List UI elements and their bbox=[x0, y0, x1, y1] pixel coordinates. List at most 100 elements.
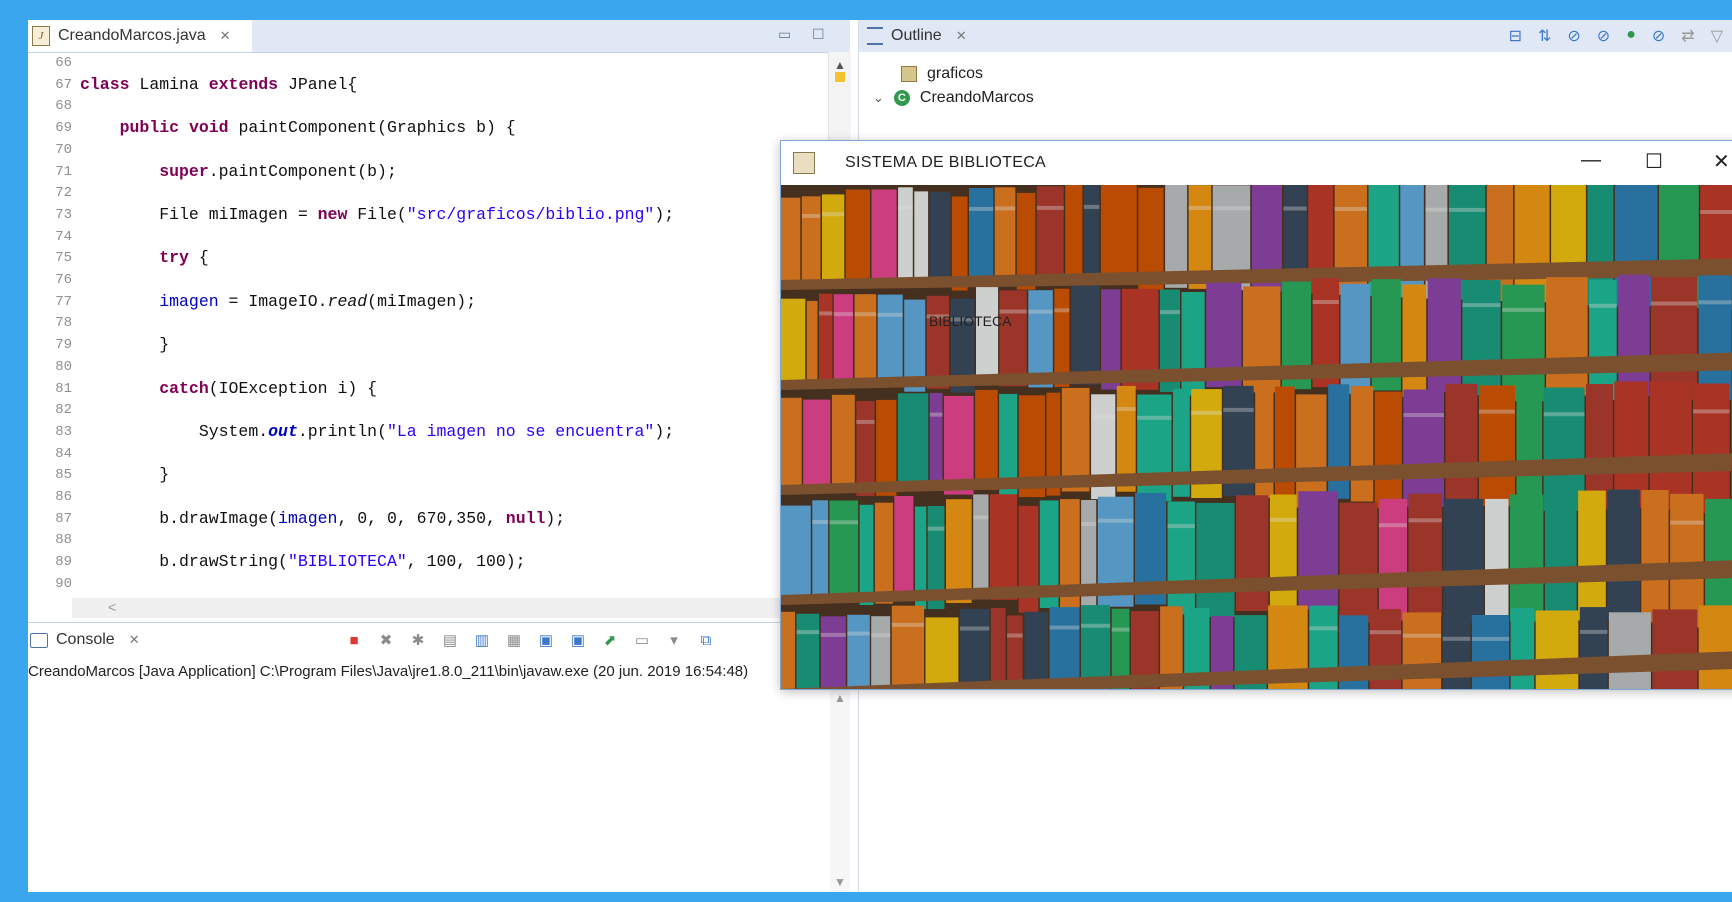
minimize-icon[interactable]: ▭ bbox=[778, 26, 791, 43]
terminate-icon[interactable]: ■ bbox=[343, 629, 365, 651]
java-app-icon bbox=[793, 152, 815, 174]
line-number: 66 bbox=[55, 55, 72, 71]
scroll-up-icon[interactable]: ▲ bbox=[834, 691, 846, 705]
console-tab[interactable]: Console ✕ bbox=[28, 623, 170, 657]
outline-icon bbox=[867, 27, 883, 45]
editor-horizontal-scrollbar[interactable]: < bbox=[72, 598, 848, 618]
scroll-up-icon[interactable]: ▲ bbox=[834, 58, 846, 72]
java-file-icon: J bbox=[32, 26, 50, 46]
biblioteca-label: BIBLIOTECA bbox=[929, 313, 1012, 329]
line-number: 77 bbox=[55, 293, 72, 310]
collapse-all-icon[interactable]: ⊟ bbox=[1509, 26, 1522, 46]
line-number: 84 bbox=[55, 445, 72, 462]
maximize-icon[interactable]: ☐ bbox=[812, 26, 825, 43]
word-wrap-icon[interactable]: ▦ bbox=[503, 629, 525, 651]
line-number: 81 bbox=[55, 380, 72, 397]
remove-all-icon[interactable]: ✱ bbox=[407, 629, 429, 651]
code-line[interactable]: } bbox=[80, 334, 169, 356]
console-toolbar: ■ ✖ ✱ ▤ ▥ ▦ ▣ ▣ ⬈ ▭ ▾ ⧉ bbox=[343, 629, 717, 651]
line-number: 87 bbox=[55, 510, 72, 527]
pin-console-icon[interactable]: ⬈ bbox=[599, 629, 621, 651]
line-number: 76 bbox=[55, 272, 72, 288]
outline-item-label: CreandoMarcos bbox=[919, 89, 1034, 106]
code-line[interactable]: b.drawString("BIBLIOTECA", 100, 100); bbox=[80, 551, 525, 573]
hide-fields-icon[interactable]: ⊘ bbox=[1567, 26, 1580, 46]
editor-tab[interactable]: J CreandoMarcos.java ✕ bbox=[28, 20, 252, 52]
class-icon: C bbox=[893, 90, 910, 106]
code-line[interactable]: super.paintComponent(b); bbox=[80, 161, 397, 183]
line-number: 83 bbox=[55, 423, 72, 440]
line-number: 72 bbox=[55, 185, 72, 202]
library-image-panel: BIBLIOTECA bbox=[781, 185, 1732, 689]
clear-console-icon[interactable]: ▤ bbox=[439, 629, 461, 651]
line-number: 70 bbox=[55, 141, 72, 158]
line-number: 68 bbox=[55, 98, 72, 115]
sort-icon[interactable]: ⇅ bbox=[1538, 26, 1551, 46]
scroll-left-icon[interactable]: < bbox=[108, 599, 116, 615]
show-on-error-icon[interactable]: ▣ bbox=[567, 629, 589, 651]
close-icon[interactable]: ✕ bbox=[129, 632, 140, 648]
line-number: 75 bbox=[55, 250, 72, 267]
maximize-button[interactable]: ☐ bbox=[1645, 149, 1663, 174]
code-line[interactable]: } bbox=[80, 464, 169, 486]
line-number: 82 bbox=[55, 402, 72, 419]
code-line[interactable]: File miImagen = new File("src/graficos/b… bbox=[80, 204, 674, 226]
view-menu-icon[interactable]: ▽ bbox=[1711, 26, 1723, 46]
hide-static-icon[interactable]: ⊘ bbox=[1597, 26, 1610, 46]
chevron-down-icon[interactable]: ▾ bbox=[663, 629, 685, 651]
outline-item-class[interactable]: ⌄ C CreandoMarcos bbox=[873, 86, 1034, 110]
warning-marker bbox=[835, 72, 845, 82]
line-number: 69 bbox=[55, 120, 72, 137]
outline-toolbar: ⊟ ⇅ ⊘ ⊘ ● ⊘ ⇄ ▽ bbox=[1509, 26, 1723, 46]
outline-tabbar: Outline ✕ ⊟ ⇅ ⊘ ⊘ ● ⊘ ⇄ ▽ bbox=[859, 20, 1732, 52]
code-editor: J CreandoMarcos.java ✕ ▭ ☐ 66 67 class Lam… bbox=[28, 20, 851, 622]
java-app-window: SISTEMA DE BIBLIOTECA — ☐ ✕ BIBLIOTECA bbox=[780, 140, 1732, 690]
console-icon bbox=[30, 632, 48, 648]
hide-local-types-icon[interactable]: ⊘ bbox=[1652, 26, 1665, 46]
hide-non-public-icon[interactable]: ● bbox=[1626, 26, 1636, 46]
code-line[interactable]: public void paintComponent(Graphics b) { bbox=[80, 117, 516, 139]
link-editor-icon[interactable]: ⇄ bbox=[1681, 26, 1694, 46]
code-area[interactable]: 66 67 class Lamina extends JPanel{ 68 69 pub… bbox=[28, 52, 828, 600]
editor-tabbar: J CreandoMarcos.java ✕ ▭ ☐ bbox=[28, 20, 850, 53]
bookshelf-image bbox=[781, 185, 1732, 689]
code-line[interactable]: try { bbox=[80, 247, 209, 269]
outline-item-package[interactable]: graficos bbox=[901, 62, 983, 86]
code-line[interactable]: imagen = ImageIO.read(miImagen); bbox=[80, 291, 476, 313]
java-window-title: SISTEMA DE BIBLIOTECA bbox=[845, 154, 1047, 171]
console-process-description: CreandoMarcos [Java Application] C:\Prog… bbox=[28, 663, 749, 680]
close-button[interactable]: ✕ bbox=[1713, 149, 1730, 174]
eclipse-workbench: J CreandoMarcos.java ✕ ▭ ☐ 66 67 class Lam… bbox=[28, 20, 1732, 892]
scroll-down-icon[interactable]: ▼ bbox=[834, 875, 846, 889]
line-number: 88 bbox=[55, 532, 72, 549]
package-icon bbox=[901, 66, 917, 82]
code-line[interactable]: class Lamina extends JPanel{ bbox=[80, 74, 357, 96]
close-icon[interactable]: ✕ bbox=[956, 28, 967, 44]
line-number: 86 bbox=[55, 489, 72, 505]
scroll-lock-icon[interactable]: ▥ bbox=[471, 629, 493, 651]
close-icon[interactable]: ✕ bbox=[220, 28, 231, 44]
code-line[interactable]: System.out.println("La imagen no se encu… bbox=[80, 421, 674, 443]
line-number: 78 bbox=[55, 315, 72, 332]
line-number: 79 bbox=[55, 337, 72, 354]
code-line[interactable]: b.drawImage(imagen, 0, 0, 670,350, null)… bbox=[80, 508, 565, 530]
line-number: 74 bbox=[55, 228, 72, 245]
java-window-titlebar[interactable]: SISTEMA DE BIBLIOTECA — ☐ ✕ bbox=[781, 141, 1732, 185]
open-console-icon[interactable]: ⧉ bbox=[695, 629, 717, 651]
outline-tab-label: Outline bbox=[891, 27, 942, 44]
remove-launch-icon[interactable]: ✖ bbox=[375, 629, 397, 651]
line-number: 67 bbox=[55, 76, 72, 93]
line-number: 89 bbox=[55, 554, 72, 571]
code-line[interactable]: catch(IOException i) { bbox=[80, 378, 377, 400]
show-on-output-icon[interactable]: ▣ bbox=[535, 629, 557, 651]
editor-tab-label: CreandoMarcos.java bbox=[58, 27, 206, 44]
outline-tab[interactable]: Outline ✕ bbox=[867, 20, 967, 52]
outline-item-label: graficos bbox=[927, 65, 984, 82]
line-number: 85 bbox=[55, 467, 72, 484]
line-number: 90 bbox=[55, 575, 72, 592]
line-number: 73 bbox=[55, 206, 72, 223]
chevron-down-icon[interactable]: ⌄ bbox=[873, 86, 884, 110]
minimize-button[interactable]: — bbox=[1581, 149, 1601, 172]
console-vertical-scrollbar[interactable]: ▲ ▼ bbox=[830, 687, 850, 892]
display-console-icon[interactable]: ▭ bbox=[631, 629, 653, 651]
